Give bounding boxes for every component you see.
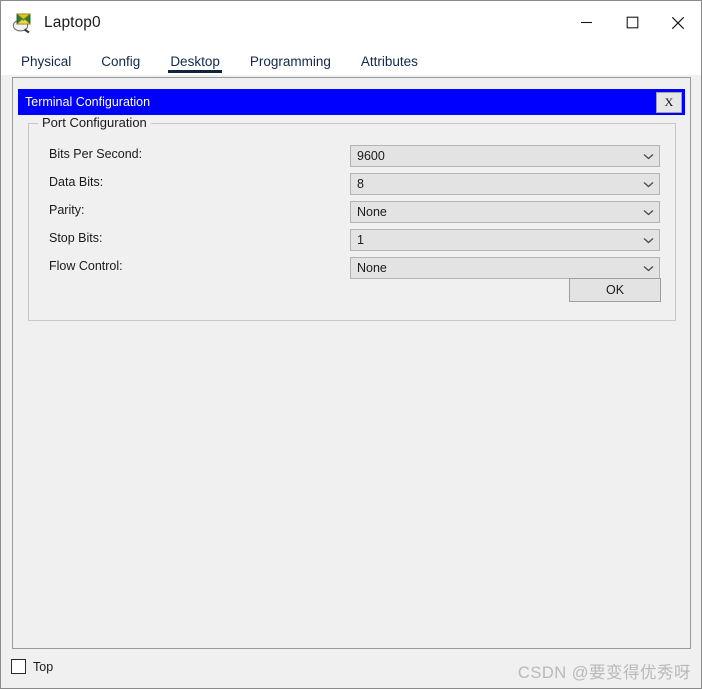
- application-window: Laptop0 Physical Config Desktop Programm…: [0, 0, 702, 689]
- field-row-bits-per-second: Bits Per Second: 9600: [29, 145, 677, 167]
- label-flow-control: Flow Control:: [49, 259, 123, 273]
- chevron-down-icon: [637, 258, 659, 278]
- chevron-down-icon: [637, 202, 659, 222]
- dialog-close-button[interactable]: X: [656, 92, 682, 113]
- chevron-down-icon: [637, 174, 659, 194]
- desktop-content-panel: Terminal Configuration X Port Configurat…: [12, 77, 691, 649]
- flow-control-select[interactable]: None: [350, 257, 660, 279]
- close-button[interactable]: [655, 1, 701, 44]
- tab-config-label: Config: [101, 54, 141, 69]
- ok-button[interactable]: OK: [569, 278, 661, 302]
- chevron-down-icon: [637, 230, 659, 250]
- field-row-flow-control: Flow Control: None: [29, 257, 677, 279]
- field-row-parity: Parity: None: [29, 201, 677, 223]
- tab-physical[interactable]: Physical: [19, 54, 73, 75]
- tab-attributes-label: Attributes: [360, 54, 418, 69]
- top-checkbox-row[interactable]: Top: [11, 659, 53, 674]
- tab-desktop-label: Desktop: [170, 54, 220, 69]
- tab-physical-label: Physical: [21, 54, 72, 69]
- label-data-bits: Data Bits:: [49, 175, 104, 189]
- stop-bits-value: 1: [357, 233, 364, 247]
- bits-per-second-select[interactable]: 9600: [350, 145, 660, 167]
- dialog-title: Terminal Configuration: [25, 95, 151, 109]
- bits-per-second-value: 9600: [357, 149, 385, 163]
- chevron-down-icon: [637, 146, 659, 166]
- label-parity: Parity:: [49, 203, 85, 217]
- parity-value: None: [357, 205, 387, 219]
- maximize-button[interactable]: [609, 1, 655, 44]
- top-checkbox[interactable]: [11, 659, 26, 674]
- packet-tracer-laptop-icon: [12, 12, 34, 34]
- window-controls: [563, 1, 701, 44]
- tab-programming[interactable]: Programming: [248, 54, 333, 75]
- window-bottom-bar: Top CSDN @要变得优秀呀: [1, 651, 701, 688]
- dialog-titlebar: Terminal Configuration X: [18, 89, 685, 115]
- stop-bits-select[interactable]: 1: [350, 229, 660, 251]
- port-configuration-group: Port Configuration Bits Per Second: 9600…: [28, 115, 677, 321]
- port-configuration-legend: Port Configuration: [38, 115, 151, 130]
- tab-desktop[interactable]: Desktop: [168, 54, 222, 75]
- device-tabbar: Physical Config Desktop Programming Attr…: [1, 45, 701, 75]
- terminal-configuration-dialog: Terminal Configuration X Port Configurat…: [18, 89, 685, 331]
- field-row-stop-bits: Stop Bits: 1: [29, 229, 677, 251]
- label-stop-bits: Stop Bits:: [49, 231, 103, 245]
- data-bits-value: 8: [357, 177, 364, 191]
- data-bits-select[interactable]: 8: [350, 173, 660, 195]
- window-title: Laptop0: [44, 14, 101, 31]
- tab-programming-label: Programming: [249, 54, 331, 69]
- field-row-data-bits: Data Bits: 8: [29, 173, 677, 195]
- flow-control-value: None: [357, 261, 387, 275]
- tab-config[interactable]: Config: [99, 54, 142, 75]
- label-bits-per-second: Bits Per Second:: [49, 147, 143, 161]
- tab-attributes[interactable]: Attributes: [359, 54, 420, 75]
- minimize-button[interactable]: [563, 1, 609, 44]
- parity-select[interactable]: None: [350, 201, 660, 223]
- watermark-text: CSDN @要变得优秀呀: [517, 664, 691, 682]
- window-titlebar: Laptop0: [1, 1, 701, 45]
- top-checkbox-label: Top: [33, 659, 54, 674]
